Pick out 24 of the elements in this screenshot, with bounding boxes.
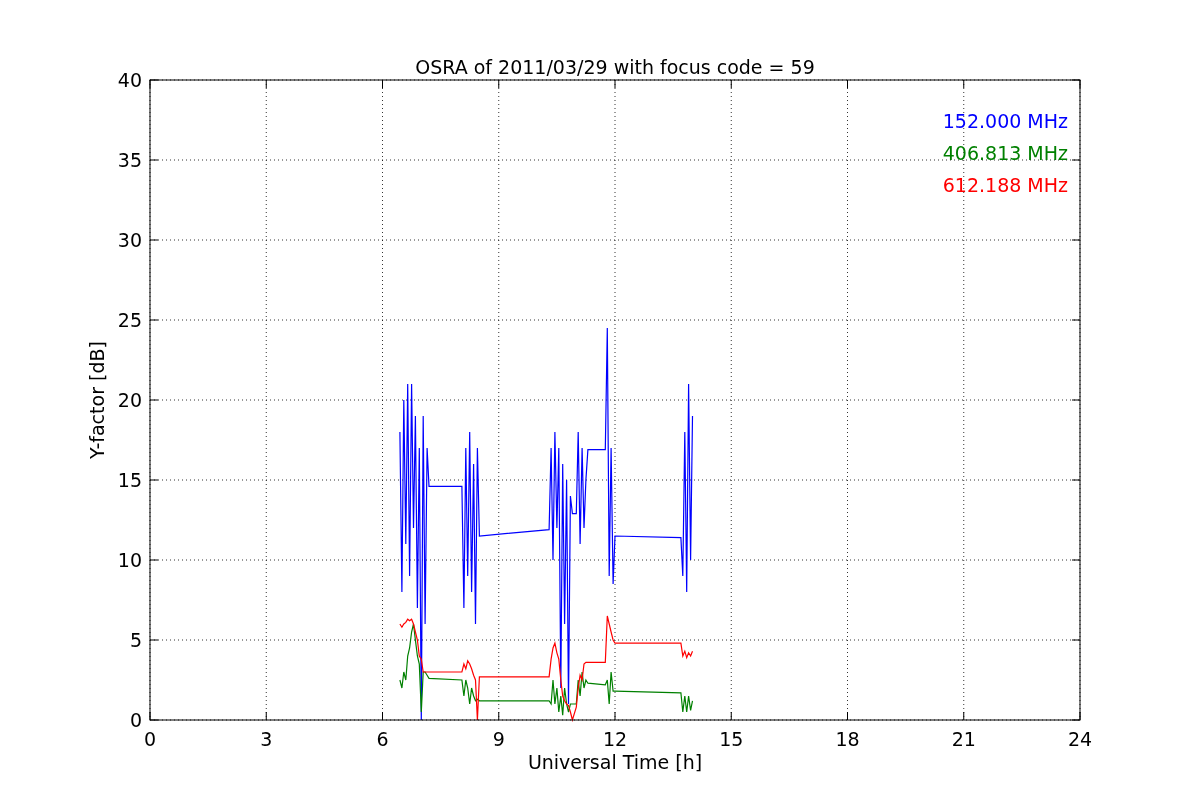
x-tick-label: 3 [260,728,273,750]
y-tick-label: 10 [117,549,142,571]
x-tick-label: 21 [951,728,976,750]
legend-label: 406.813 MHz [942,142,1068,164]
y-tick-label: 40 [117,69,142,91]
y-tick-label: 15 [117,469,142,491]
x-tick-label: 0 [143,728,157,750]
y-tick-label: 0 [129,709,142,731]
x-tick-label: 18 [835,728,860,750]
y-tick-label: 30 [117,229,142,251]
x-tick-label: 15 [719,728,744,750]
x-tick-label: 24 [1067,728,1093,750]
x-axis-label: Universal Time [h] [527,751,703,773]
y-tick-label: 5 [129,629,142,651]
legend-label: 152.000 MHz [942,110,1068,132]
chart-title: OSRA of 2011/03/29 with focus code = 59 [415,56,815,78]
y-tick-label: 35 [117,149,142,171]
y-axis-label: Y-factor [dB] [86,341,108,459]
x-tick-label: 12 [602,728,628,750]
y-tick-label: 20 [117,389,142,411]
y-tick-label: 25 [117,309,142,331]
legend-label: 612.188 MHz [942,174,1068,196]
x-tick-label: 9 [492,728,505,750]
x-tick-label: 6 [376,728,389,750]
